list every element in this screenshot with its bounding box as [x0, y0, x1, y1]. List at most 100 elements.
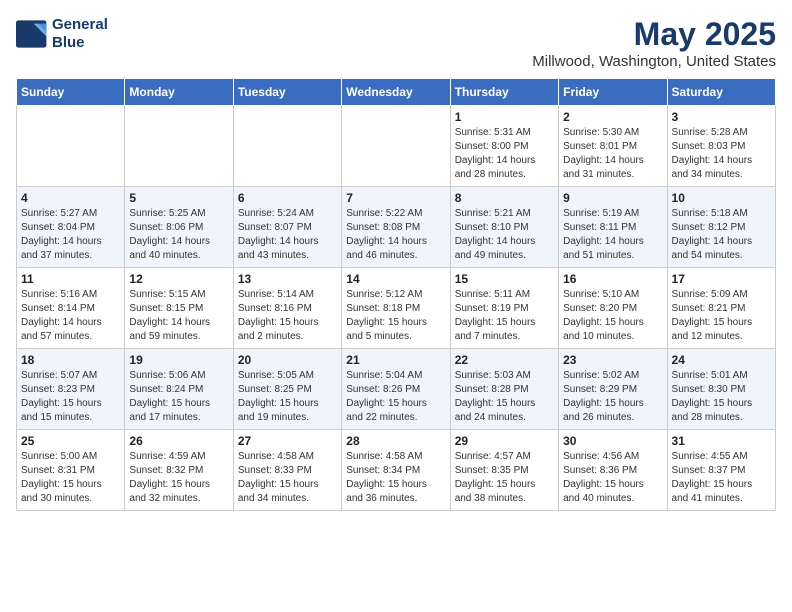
weekday-header-row: SundayMondayTuesdayWednesdayThursdayFrid…	[17, 79, 776, 106]
calendar-cell	[125, 106, 233, 187]
day-number: 19	[129, 353, 228, 367]
page-subtitle: Millwood, Washington, United States	[532, 53, 776, 70]
calendar-cell: 12 Sunrise: 5:15 AM Sunset: 8:15 PM Dayli…	[125, 268, 233, 349]
title-block: May 2025 Millwood, Washington, United St…	[532, 16, 776, 70]
calendar-week-4: 18 Sunrise: 5:07 AM Sunset: 8:23 PM Dayli…	[17, 349, 776, 430]
day-number: 23	[563, 353, 662, 367]
calendar-week-3: 11Sunrise: 5:16 AM Sunset: 8:14 PM Dayli…	[17, 268, 776, 349]
calendar-cell: 28Sunrise: 4:58 AM Sunset: 8:34 PM Dayli…	[342, 430, 450, 511]
day-number: 17	[672, 272, 771, 286]
day-number: 12	[129, 272, 228, 286]
day-detail: Sunrise: 5:12 AM Sunset: 8:18 PM Dayligh…	[346, 288, 445, 344]
calendar-cell: 9 Sunrise: 5:19 AM Sunset: 8:11 PM Daylig…	[559, 187, 667, 268]
day-detail: Sunrise: 5:15 AM Sunset: 8:15 PM Dayligh…	[129, 288, 228, 344]
calendar-cell: 5Sunrise: 5:25 AM Sunset: 8:06 PM Daylig…	[125, 187, 233, 268]
day-detail: Sunrise: 5:11 AM Sunset: 8:19 PM Dayligh…	[455, 288, 554, 344]
calendar-cell: 20 Sunrise: 5:05 AM Sunset: 8:25 PM Dayli…	[233, 349, 341, 430]
calendar-cell: 15 Sunrise: 5:11 AM Sunset: 8:19 PM Dayli…	[450, 268, 558, 349]
weekday-header-tuesday: Tuesday	[233, 79, 341, 106]
day-number: 27	[238, 434, 337, 448]
day-number: 7	[346, 191, 445, 205]
day-detail: Sunrise: 5:00 AM Sunset: 8:31 PM Dayligh…	[21, 450, 120, 506]
day-detail: Sunrise: 4:59 AM Sunset: 8:32 PM Dayligh…	[129, 450, 228, 506]
day-detail: Sunrise: 5:07 AM Sunset: 8:23 PM Dayligh…	[21, 369, 120, 425]
day-detail: Sunrise: 5:21 AM Sunset: 8:10 PM Dayligh…	[455, 207, 554, 263]
weekday-header-thursday: Thursday	[450, 79, 558, 106]
day-number: 5	[129, 191, 228, 205]
day-number: 1	[455, 110, 554, 124]
calendar-cell: 30 Sunrise: 4:56 AM Sunset: 8:36 PM Dayli…	[559, 430, 667, 511]
calendar-cell: 3Sunrise: 5:28 AM Sunset: 8:03 PM Daylig…	[667, 106, 775, 187]
day-number: 16	[563, 272, 662, 286]
day-detail: Sunrise: 5:19 AM Sunset: 8:11 PM Dayligh…	[563, 207, 662, 263]
weekday-header-wednesday: Wednesday	[342, 79, 450, 106]
day-number: 29	[455, 434, 554, 448]
day-detail: Sunrise: 4:55 AM Sunset: 8:37 PM Dayligh…	[672, 450, 771, 506]
weekday-header-sunday: Sunday	[17, 79, 125, 106]
calendar-cell: 13Sunrise: 5:14 AM Sunset: 8:16 PM Dayli…	[233, 268, 341, 349]
day-number: 25	[21, 434, 120, 448]
weekday-header-monday: Monday	[125, 79, 233, 106]
page-header: General Blue May 2025 Millwood, Washingt…	[16, 16, 776, 70]
calendar-cell: 8 Sunrise: 5:21 AM Sunset: 8:10 PM Daylig…	[450, 187, 558, 268]
day-number: 22	[455, 353, 554, 367]
day-number: 14	[346, 272, 445, 286]
calendar-table: SundayMondayTuesdayWednesdayThursdayFrid…	[16, 78, 776, 511]
day-detail: Sunrise: 5:18 AM Sunset: 8:12 PM Dayligh…	[672, 207, 771, 263]
day-detail: Sunrise: 5:14 AM Sunset: 8:16 PM Dayligh…	[238, 288, 337, 344]
day-detail: Sunrise: 5:05 AM Sunset: 8:25 PM Dayligh…	[238, 369, 337, 425]
day-number: 11	[21, 272, 120, 286]
day-detail: Sunrise: 5:30 AM Sunset: 8:01 PM Dayligh…	[563, 126, 662, 182]
calendar-cell: 25 Sunrise: 5:00 AM Sunset: 8:31 PM Dayli…	[17, 430, 125, 511]
calendar-cell: 31Sunrise: 4:55 AM Sunset: 8:37 PM Dayli…	[667, 430, 775, 511]
calendar-cell	[17, 106, 125, 187]
day-detail: Sunrise: 5:02 AM Sunset: 8:29 PM Dayligh…	[563, 369, 662, 425]
day-detail: Sunrise: 4:56 AM Sunset: 8:36 PM Dayligh…	[563, 450, 662, 506]
weekday-header-friday: Friday	[559, 79, 667, 106]
day-number: 18	[21, 353, 120, 367]
day-number: 4	[21, 191, 120, 205]
calendar-cell: 24 Sunrise: 5:01 AM Sunset: 8:30 PM Dayli…	[667, 349, 775, 430]
day-detail: Sunrise: 5:27 AM Sunset: 8:04 PM Dayligh…	[21, 207, 120, 263]
calendar-cell: 2 Sunrise: 5:30 AM Sunset: 8:01 PM Daylig…	[559, 106, 667, 187]
calendar-cell: 17 Sunrise: 5:09 AM Sunset: 8:21 PM Dayli…	[667, 268, 775, 349]
calendar-header: SundayMondayTuesdayWednesdayThursdayFrid…	[17, 79, 776, 106]
calendar-body: 1Sunrise: 5:31 AM Sunset: 8:00 PM Daylig…	[17, 106, 776, 511]
calendar-week-5: 25 Sunrise: 5:00 AM Sunset: 8:31 PM Dayli…	[17, 430, 776, 511]
day-detail: Sunrise: 5:28 AM Sunset: 8:03 PM Dayligh…	[672, 126, 771, 182]
calendar-cell: 10Sunrise: 5:18 AM Sunset: 8:12 PM Dayli…	[667, 187, 775, 268]
day-number: 21	[346, 353, 445, 367]
calendar-cell: 7 Sunrise: 5:22 AM Sunset: 8:08 PM Daylig…	[342, 187, 450, 268]
calendar-cell: 27Sunrise: 4:58 AM Sunset: 8:33 PM Dayli…	[233, 430, 341, 511]
day-number: 30	[563, 434, 662, 448]
calendar-cell: 4 Sunrise: 5:27 AM Sunset: 8:04 PM Daylig…	[17, 187, 125, 268]
calendar-cell: 11Sunrise: 5:16 AM Sunset: 8:14 PM Dayli…	[17, 268, 125, 349]
weekday-header-saturday: Saturday	[667, 79, 775, 106]
calendar-cell: 22 Sunrise: 5:03 AM Sunset: 8:28 PM Dayli…	[450, 349, 558, 430]
day-number: 28	[346, 434, 445, 448]
day-number: 8	[455, 191, 554, 205]
day-detail: Sunrise: 5:04 AM Sunset: 8:26 PM Dayligh…	[346, 369, 445, 425]
calendar-cell: 19Sunrise: 5:06 AM Sunset: 8:24 PM Dayli…	[125, 349, 233, 430]
day-detail: Sunrise: 5:22 AM Sunset: 8:08 PM Dayligh…	[346, 207, 445, 263]
day-detail: Sunrise: 5:24 AM Sunset: 8:07 PM Dayligh…	[238, 207, 337, 263]
day-number: 24	[672, 353, 771, 367]
day-number: 15	[455, 272, 554, 286]
calendar-cell: 26Sunrise: 4:59 AM Sunset: 8:32 PM Dayli…	[125, 430, 233, 511]
day-detail: Sunrise: 5:09 AM Sunset: 8:21 PM Dayligh…	[672, 288, 771, 344]
calendar-cell	[342, 106, 450, 187]
day-detail: Sunrise: 5:01 AM Sunset: 8:30 PM Dayligh…	[672, 369, 771, 425]
calendar-cell: 23 Sunrise: 5:02 AM Sunset: 8:29 PM Dayli…	[559, 349, 667, 430]
calendar-cell: 18 Sunrise: 5:07 AM Sunset: 8:23 PM Dayli…	[17, 349, 125, 430]
page-title: May 2025	[532, 16, 776, 53]
day-detail: Sunrise: 5:10 AM Sunset: 8:20 PM Dayligh…	[563, 288, 662, 344]
calendar-cell: 16 Sunrise: 5:10 AM Sunset: 8:20 PM Dayli…	[559, 268, 667, 349]
logo-text: General Blue	[52, 16, 108, 52]
day-number: 2	[563, 110, 662, 124]
calendar-cell: 14 Sunrise: 5:12 AM Sunset: 8:18 PM Dayli…	[342, 268, 450, 349]
day-detail: Sunrise: 5:03 AM Sunset: 8:28 PM Dayligh…	[455, 369, 554, 425]
day-number: 9	[563, 191, 662, 205]
calendar-cell: 6Sunrise: 5:24 AM Sunset: 8:07 PM Daylig…	[233, 187, 341, 268]
day-number: 20	[238, 353, 337, 367]
day-detail: Sunrise: 4:57 AM Sunset: 8:35 PM Dayligh…	[455, 450, 554, 506]
